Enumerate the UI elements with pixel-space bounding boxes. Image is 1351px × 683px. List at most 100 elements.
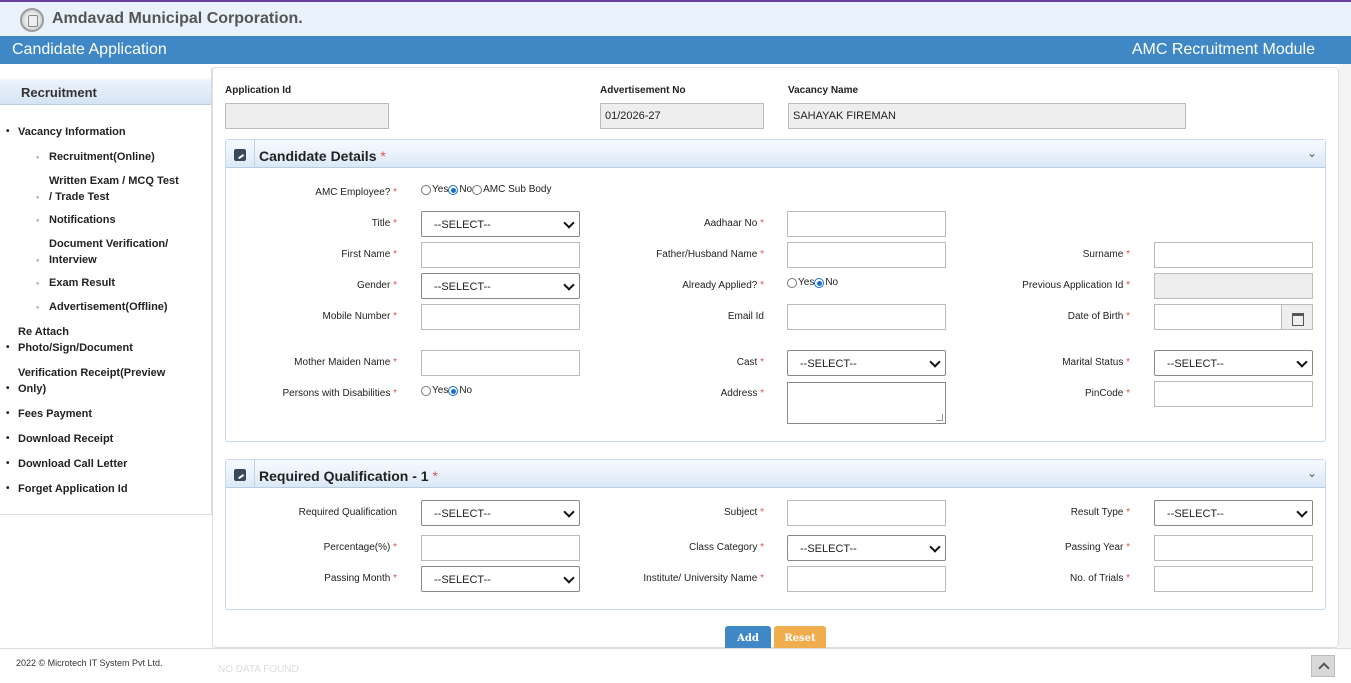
sidebar-item-10[interactable]: Download Receipt • xyxy=(6,431,113,447)
first-name-input[interactable] xyxy=(421,242,580,268)
pwd-label: Persons with Disabilities * xyxy=(217,388,398,399)
gender-select[interactable]: --SELECT-- xyxy=(421,273,580,299)
sidebar-item-3[interactable]: Notifications ◦ xyxy=(36,212,116,228)
bullet-icon: • xyxy=(6,408,10,419)
required-mark: * xyxy=(757,507,764,518)
dob-input[interactable] xyxy=(1154,304,1282,330)
dob-label: Date of Birth * xyxy=(950,311,1130,322)
header-separator xyxy=(254,460,255,488)
title-select[interactable]: --SELECT-- xyxy=(421,211,580,237)
trials-input[interactable] xyxy=(1154,566,1313,592)
percentage-label: Percentage(%) * xyxy=(217,542,397,553)
surname-input[interactable] xyxy=(1154,242,1313,268)
trials-label: No. of Trials * xyxy=(950,573,1130,584)
sidebar-item-label: Interview xyxy=(49,254,97,266)
cast-select[interactable]: --SELECT-- xyxy=(787,350,946,376)
title-label: Title * xyxy=(217,218,397,229)
already-applied-radio-1[interactable] xyxy=(814,277,825,288)
already-applied-label: Already Applied? * xyxy=(584,280,764,291)
sidebar-item-0[interactable]: Vacancy Information • xyxy=(6,124,126,140)
amc-employee-radio-0[interactable] xyxy=(421,184,431,195)
sidebar-item-8[interactable]: Verification Receipt(Preview Only) • xyxy=(6,365,165,397)
email-input[interactable] xyxy=(787,304,946,330)
cast-label: Cast * xyxy=(584,357,764,368)
pwd-radio-label: No xyxy=(459,385,473,396)
already-applied-radio-0[interactable] xyxy=(787,277,797,288)
sidebar-item-12[interactable]: Forget Application Id • xyxy=(6,481,128,497)
edit-icon xyxy=(234,149,246,161)
marital-status-label: Marital Status * xyxy=(950,357,1130,368)
candidate-details-header[interactable]: Candidate Details * ⌄ xyxy=(226,140,1325,168)
subject-label-text: Subject xyxy=(723,507,758,518)
class-category-label: Class Category * xyxy=(584,542,764,553)
sidebar-item-2[interactable]: Written Exam / MCQ Test / Trade Test ◦ xyxy=(36,173,179,205)
sidebar-item-9[interactable]: Fees Payment • xyxy=(6,406,92,422)
result-type-label: Result Type * xyxy=(950,507,1130,518)
amc-employee-label-text: AMC Employee? xyxy=(315,187,391,198)
qualification-title-text: Required Qualification - 1 xyxy=(259,468,429,484)
top-header: Amdavad Municipal Corporation. xyxy=(0,0,1351,36)
sidebar-item-label: Download Call Letter xyxy=(18,458,128,470)
required-mark: * xyxy=(1123,311,1130,322)
institute-label: Institute/ University Name * xyxy=(584,573,764,584)
sidebar-item-4[interactable]: Document Verification/Interview ◦ xyxy=(36,236,169,268)
amc-employee-radio-label: Yes xyxy=(432,184,449,195)
advertisement-no-field[interactable]: 01/2026-27 xyxy=(600,103,764,129)
sidebar-item-5[interactable]: Exam Result ◦ xyxy=(36,275,116,291)
scroll-top-icon[interactable] xyxy=(1311,655,1335,677)
result-type-select[interactable]: --SELECT-- xyxy=(1154,500,1313,526)
first-name-label: First Name * xyxy=(217,249,397,260)
required-qualification-label: Required Qualification xyxy=(217,507,397,518)
required-qualification-select[interactable]: --SELECT-- xyxy=(421,500,580,526)
required-mark: * xyxy=(757,218,764,229)
sidebar-item-1[interactable]: Recruitment(Online) ◦ xyxy=(36,149,155,165)
class-category-select[interactable]: --SELECT-- xyxy=(787,535,946,561)
previous-application-id-input[interactable] xyxy=(1154,273,1313,299)
amc-employee-radio-1[interactable] xyxy=(448,184,459,195)
amc-employee-radio-2[interactable] xyxy=(472,184,483,195)
already-applied-radio-label: No xyxy=(825,277,839,288)
dob-label-text: Date of Birth xyxy=(1067,311,1124,322)
required-mark: * xyxy=(390,542,397,553)
pwd-radio-1[interactable] xyxy=(448,385,459,396)
mother-maiden-name-input[interactable] xyxy=(421,350,580,376)
pincode-input[interactable] xyxy=(1154,381,1313,407)
institute-input[interactable] xyxy=(787,566,946,592)
mobile-input[interactable] xyxy=(421,304,580,330)
subject-input[interactable] xyxy=(787,500,946,526)
sidebar-item-label: Document Verification/ xyxy=(49,238,169,250)
marital-status-select[interactable]: --SELECT-- xyxy=(1154,350,1313,376)
advertisement-no-label: Advertisement No xyxy=(600,85,686,96)
vacancy-name-label: Vacancy Name xyxy=(788,85,859,96)
chevron-down-icon[interactable]: ⌄ xyxy=(1307,466,1317,480)
required-mark: * xyxy=(390,280,397,291)
father-name-input[interactable] xyxy=(787,242,946,268)
page-scrollbar[interactable] xyxy=(1339,64,1351,648)
sidebar-item-11[interactable]: Download Call Letter • xyxy=(6,456,128,472)
sidebar: Recruitment Vacancy Information • Recruitm… xyxy=(0,67,212,515)
sidebar-item-7[interactable]: Re Attach Photo/Sign/Document • xyxy=(6,324,133,356)
email-label-text: Email Id xyxy=(727,311,764,322)
address-textarea[interactable] xyxy=(787,382,946,424)
vacancy-name-field[interactable]: SAHAYAK FIREMAN xyxy=(788,103,1186,129)
required-mark: * xyxy=(1123,388,1130,399)
qualification-header[interactable]: Required Qualification - 1 * ⌄ xyxy=(226,460,1325,488)
title-bar: Candidate Application AMC Recruitment Mo… xyxy=(0,36,1351,64)
mother-maiden-name-label-text: Mother Maiden Name xyxy=(294,357,391,368)
pwd-radio-0[interactable] xyxy=(421,385,431,396)
passing-month-select[interactable]: --SELECT-- xyxy=(421,566,580,592)
application-id-field[interactable] xyxy=(225,103,389,129)
bullet-icon: ◦ xyxy=(36,152,40,162)
sidebar-item-6[interactable]: Advertisement(Offline) ◦ xyxy=(36,299,168,315)
sidebar-item-label: Advertisement(Offline) xyxy=(49,301,168,313)
sidebar-heading-label: Recruitment xyxy=(21,85,97,100)
sidebar-item-label: Exam Result xyxy=(49,277,116,289)
bullet-icon: • xyxy=(6,433,10,444)
chevron-down-icon[interactable]: ⌄ xyxy=(1307,146,1317,160)
amc-logo-icon xyxy=(20,8,44,32)
calendar-icon[interactable] xyxy=(1282,304,1313,330)
passing-year-input[interactable] xyxy=(1154,535,1313,561)
percentage-input[interactable] xyxy=(421,535,580,561)
org-title: Amdavad Municipal Corporation. xyxy=(52,10,303,27)
aadhaar-input[interactable] xyxy=(787,211,946,237)
